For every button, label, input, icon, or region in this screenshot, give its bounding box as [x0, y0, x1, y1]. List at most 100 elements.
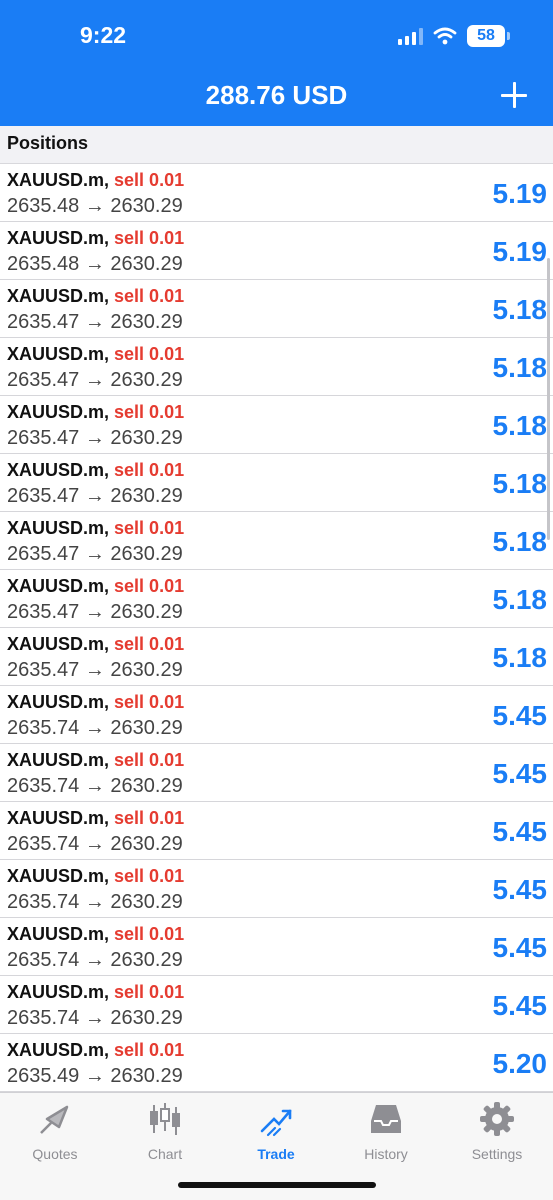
positions-list: XAUUSD.m, sell 0.01 2635.48 → 2630.29 5.19…	[0, 164, 553, 1092]
position-symbol-line: XAUUSD.m, sell 0.01	[7, 402, 184, 423]
position-symbol-line: XAUUSD.m, sell 0.01	[7, 170, 184, 191]
open-price: 2635.47	[7, 601, 80, 623]
position-row[interactable]: XAUUSD.m, sell 0.01 2635.74 → 2630.29 5.45	[0, 802, 553, 860]
position-symbol-line: XAUUSD.m, sell 0.01	[7, 518, 184, 539]
arrow-icon: →	[84, 717, 105, 739]
inbox-history-icon	[371, 1105, 401, 1133]
position-direction: sell 0.01	[114, 692, 185, 712]
position-row[interactable]: XAUUSD.m, sell 0.01 2635.47 → 2630.29 5.18	[0, 512, 553, 570]
position-profit: 5.18	[492, 468, 548, 499]
position-symbol: XAUUSD.m,	[7, 402, 110, 422]
open-price: 2635.74	[7, 949, 80, 971]
current-price: 2630.29	[110, 891, 183, 913]
open-price: 2635.74	[7, 833, 80, 855]
current-price: 2630.29	[110, 311, 183, 333]
position-profit: 5.18	[492, 294, 548, 325]
position-symbol-line: XAUUSD.m, sell 0.01	[7, 924, 184, 945]
position-prices: 2635.74 → 2630.29	[7, 891, 183, 914]
open-price: 2635.47	[7, 427, 80, 449]
quotes-icon	[40, 1105, 69, 1134]
position-profit: 5.45	[492, 700, 548, 731]
position-prices: 2635.74 → 2630.29	[7, 833, 183, 856]
open-price: 2635.47	[7, 659, 80, 681]
open-price: 2635.74	[7, 891, 80, 913]
position-symbol-line: XAUUSD.m, sell 0.01	[7, 634, 184, 655]
position-row[interactable]: XAUUSD.m, sell 0.01 2635.49 → 2630.29 5.20	[0, 1034, 553, 1092]
tab-trade[interactable]: Trade	[221, 1101, 331, 1162]
current-price: 2630.29	[110, 833, 183, 855]
position-profit: 5.45	[492, 874, 548, 905]
position-symbol-line: XAUUSD.m, sell 0.01	[7, 1040, 184, 1061]
position-direction: sell 0.01	[114, 344, 185, 364]
position-row[interactable]: XAUUSD.m, sell 0.01 2635.47 → 2630.29 5.18	[0, 280, 553, 338]
current-price: 2630.29	[110, 195, 183, 217]
tab-quotes[interactable]: Quotes	[0, 1101, 110, 1162]
position-row[interactable]: XAUUSD.m, sell 0.01 2635.47 → 2630.29 5.18	[0, 628, 553, 686]
position-row[interactable]: XAUUSD.m, sell 0.01 2635.47 → 2630.29 5.18	[0, 338, 553, 396]
current-price: 2630.29	[110, 485, 183, 507]
position-row[interactable]: XAUUSD.m, sell 0.01 2635.47 → 2630.29 5.18	[0, 396, 553, 454]
arrow-icon: →	[84, 427, 105, 449]
position-row[interactable]: XAUUSD.m, sell 0.01 2635.74 → 2630.29 5.45	[0, 976, 553, 1034]
position-prices: 2635.48 → 2630.29	[7, 253, 183, 276]
position-direction: sell 0.01	[114, 576, 185, 596]
position-symbol-line: XAUUSD.m, sell 0.01	[7, 460, 184, 481]
top-bar: 9:22 58 288.76 USD	[0, 0, 553, 126]
position-profit: 5.19	[492, 178, 548, 209]
gear-icon	[480, 1102, 514, 1136]
tab-chart[interactable]: Chart	[110, 1101, 220, 1162]
position-row[interactable]: XAUUSD.m, sell 0.01 2635.47 → 2630.29 5.18	[0, 570, 553, 628]
arrow-icon: →	[84, 1065, 105, 1087]
current-price: 2630.29	[110, 775, 183, 797]
position-symbol-line: XAUUSD.m, sell 0.01	[7, 982, 184, 1003]
position-profit: 5.45	[492, 990, 548, 1021]
position-prices: 2635.74 → 2630.29	[7, 949, 183, 972]
position-prices: 2635.47 → 2630.29	[7, 601, 183, 624]
current-price: 2630.29	[110, 717, 183, 739]
position-prices: 2635.47 → 2630.29	[7, 485, 183, 508]
current-price: 2630.29	[110, 543, 183, 565]
position-direction: sell 0.01	[114, 866, 185, 886]
section-header-positions: Positions	[0, 126, 553, 164]
arrow-icon: →	[84, 253, 105, 275]
position-profit: 5.18	[492, 526, 548, 557]
plus-icon[interactable]	[501, 82, 527, 108]
position-row[interactable]: XAUUSD.m, sell 0.01 2635.47 → 2630.29 5.18	[0, 454, 553, 512]
position-prices: 2635.47 → 2630.29	[7, 427, 183, 450]
arrow-icon: →	[84, 1007, 105, 1029]
position-row[interactable]: XAUUSD.m, sell 0.01 2635.74 → 2630.29 5.45	[0, 918, 553, 976]
current-price: 2630.29	[110, 659, 183, 681]
position-row[interactable]: XAUUSD.m, sell 0.01 2635.74 → 2630.29 5.45	[0, 744, 553, 802]
position-row[interactable]: XAUUSD.m, sell 0.01 2635.48 → 2630.29 5.19	[0, 164, 553, 222]
position-profit: 5.45	[492, 758, 548, 789]
position-row[interactable]: XAUUSD.m, sell 0.01 2635.48 → 2630.29 5.19	[0, 222, 553, 280]
tab-settings[interactable]: Settings	[442, 1101, 552, 1162]
position-row[interactable]: XAUUSD.m, sell 0.01 2635.74 → 2630.29 5.45	[0, 860, 553, 918]
tab-history[interactable]: History	[331, 1101, 441, 1162]
tab-label: Chart	[147, 1146, 183, 1162]
position-direction: sell 0.01	[114, 518, 185, 538]
position-direction: sell 0.01	[114, 924, 185, 944]
position-profit: 5.45	[492, 932, 548, 963]
position-profit: 5.18	[492, 410, 548, 441]
open-price: 2635.74	[7, 775, 80, 797]
arrow-icon: →	[84, 311, 105, 333]
open-price: 2635.48	[7, 195, 80, 217]
arrow-icon: →	[84, 775, 105, 797]
arrow-icon: →	[84, 833, 105, 855]
position-direction: sell 0.01	[114, 750, 185, 770]
position-row[interactable]: XAUUSD.m, sell 0.01 2635.74 → 2630.29 5.45	[0, 686, 553, 744]
position-prices: 2635.47 → 2630.29	[7, 311, 183, 334]
open-price: 2635.47	[7, 369, 80, 391]
open-price: 2635.47	[7, 311, 80, 333]
scrollbar[interactable]	[547, 258, 550, 540]
position-symbol: XAUUSD.m,	[7, 924, 110, 944]
position-symbol-line: XAUUSD.m, sell 0.01	[7, 808, 184, 829]
position-prices: 2635.48 → 2630.29	[7, 195, 183, 218]
home-indicator	[178, 1182, 376, 1188]
open-price: 2635.49	[7, 1065, 80, 1087]
position-direction: sell 0.01	[114, 460, 185, 480]
position-profit: 5.45	[492, 816, 548, 847]
position-symbol-line: XAUUSD.m, sell 0.01	[7, 692, 184, 713]
position-direction: sell 0.01	[114, 228, 185, 248]
